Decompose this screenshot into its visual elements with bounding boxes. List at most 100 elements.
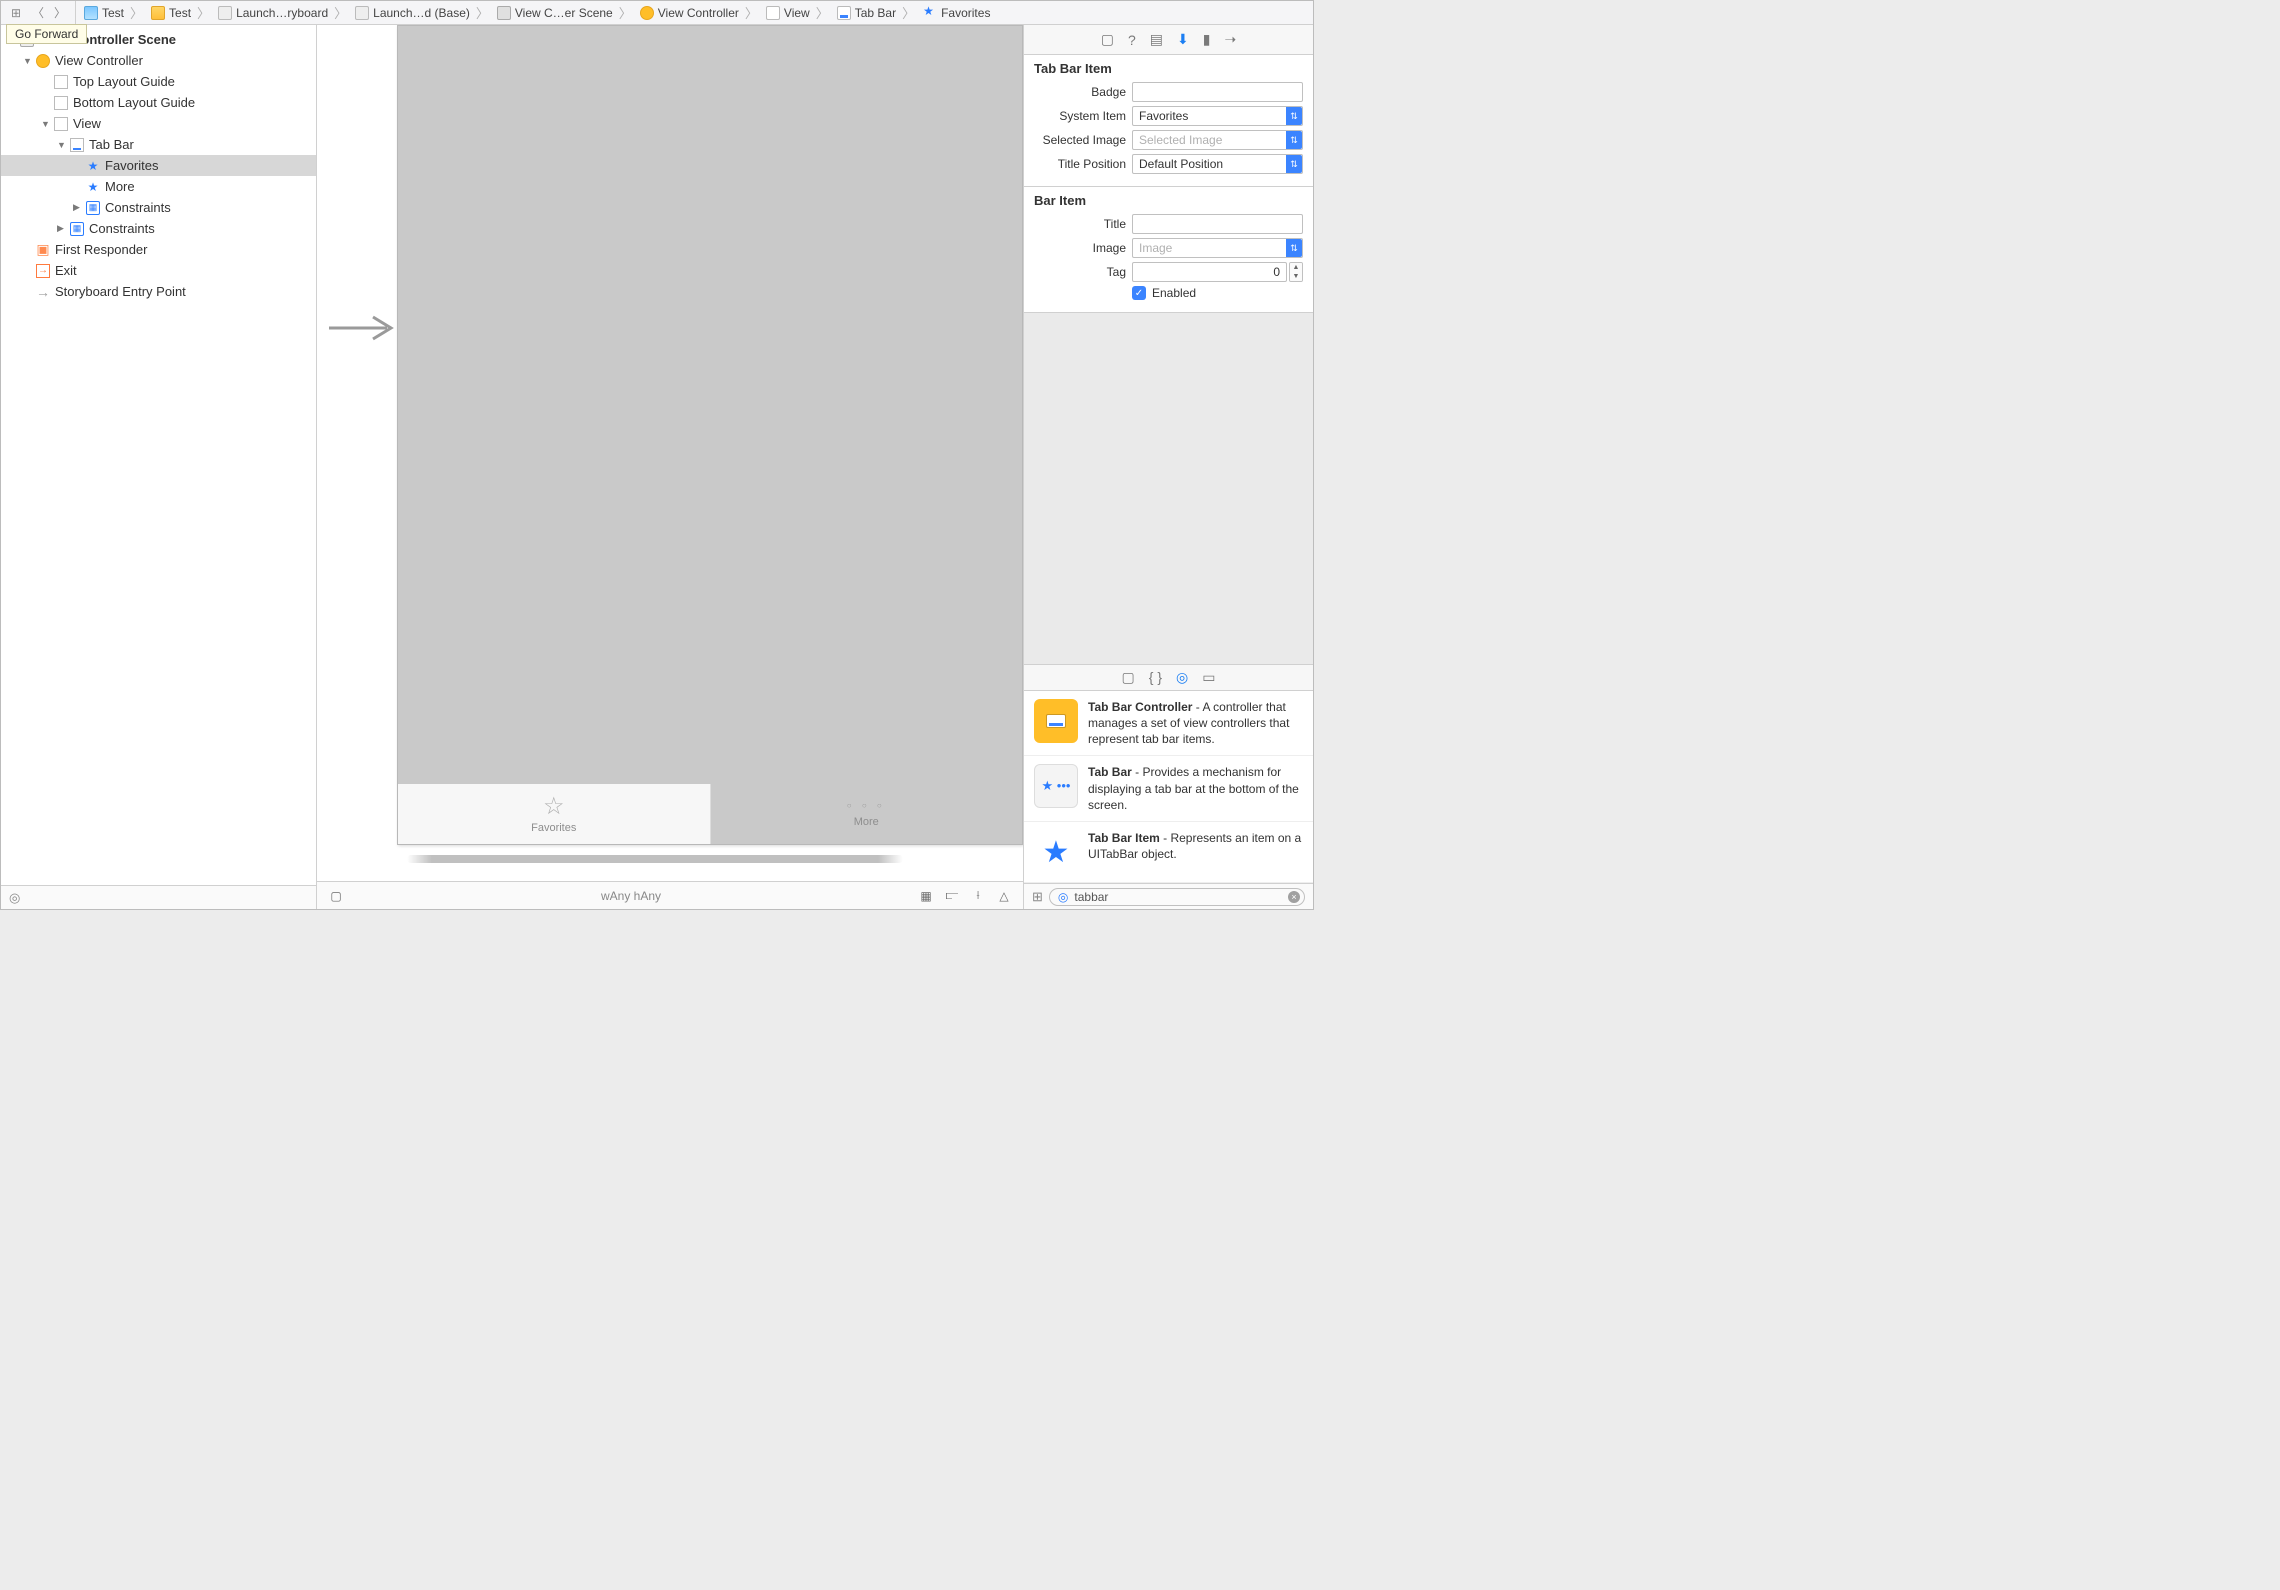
- object-library: ▢ { } ◎ ▭ Tab Bar Controller - A control…: [1024, 664, 1313, 909]
- outline-tabbar-row[interactable]: ▼ Tab Bar: [1, 134, 316, 155]
- stack-button[interactable]: ▦: [915, 885, 937, 907]
- outline-row-label: Storyboard Entry Point: [55, 284, 186, 299]
- outline-view-row[interactable]: ▼ View: [1, 113, 316, 134]
- attributes-inspector-icon[interactable]: ⬇: [1177, 31, 1189, 48]
- tabbarcontroller-icon: [1034, 699, 1078, 743]
- library-item-tabbar[interactable]: ★ ••• Tab Bar - Provides a mechanism for…: [1024, 756, 1313, 822]
- outline-first-responder-row[interactable]: ▣ First Responder: [1, 239, 316, 260]
- outline-toplayout-row[interactable]: Top Layout Guide: [1, 71, 316, 92]
- breadcrumb-item[interactable]: Test: [102, 6, 124, 20]
- image-select[interactable]: Image⇅: [1132, 238, 1303, 258]
- outline-bottomlayout-row[interactable]: Bottom Layout Guide: [1, 92, 316, 113]
- breadcrumb-item[interactable]: Launch…ryboard: [236, 6, 328, 20]
- file-inspector-icon[interactable]: ▢: [1101, 31, 1114, 48]
- layoutguide-icon: [54, 75, 68, 89]
- object-library-icon[interactable]: ◎: [1176, 669, 1188, 686]
- help-inspector-icon[interactable]: ?: [1128, 32, 1136, 48]
- preview-tab-bar[interactable]: ☆ Favorites ○ ○ ○ More: [398, 784, 1022, 844]
- device-preview[interactable]: ☆ Favorites ○ ○ ○ More: [397, 25, 1023, 845]
- outline-row-label: First Responder: [55, 242, 147, 257]
- panel-title: Tab Bar Item: [1034, 61, 1303, 76]
- canvas-viewport[interactable]: ☆ Favorites ○ ○ ○ More: [317, 25, 1023, 881]
- view-icon: [766, 6, 780, 20]
- outline-row-label: View Controller: [55, 53, 143, 68]
- connections-inspector-icon[interactable]: ➝: [1224, 31, 1236, 48]
- horizontal-scrollbar[interactable]: [407, 855, 903, 863]
- forward-button[interactable]: 〉: [49, 2, 71, 24]
- back-button[interactable]: 〈: [27, 2, 49, 24]
- arrow-icon: →: [35, 284, 51, 300]
- breadcrumb-item[interactable]: Test: [169, 6, 191, 20]
- file-icon: [218, 6, 232, 20]
- outline-more-row[interactable]: ★ More: [1, 176, 316, 197]
- pin-button[interactable]: ⟊: [967, 885, 989, 907]
- tab-favorites[interactable]: ☆ Favorites: [398, 784, 711, 844]
- outline-row-label: Bottom Layout Guide: [73, 95, 195, 110]
- image-label: Image: [1034, 241, 1126, 255]
- size-class-control[interactable]: wAny hAny: [355, 889, 907, 903]
- title-position-label: Title Position: [1034, 157, 1126, 171]
- outline-exit-row[interactable]: → Exit: [1, 260, 316, 281]
- breadcrumb-item[interactable]: Favorites: [941, 6, 990, 20]
- outline-viewcontroller-row[interactable]: ▼ View Controller: [1, 50, 316, 71]
- enabled-label: Enabled: [1152, 286, 1196, 300]
- system-item-select[interactable]: Favorites⇅: [1132, 106, 1303, 126]
- code-snippet-library-icon[interactable]: { }: [1149, 669, 1162, 685]
- tag-field[interactable]: 0: [1132, 262, 1287, 282]
- media-library-icon[interactable]: ▭: [1202, 669, 1215, 686]
- toggle-outline-button[interactable]: ▢: [325, 885, 347, 907]
- selected-image-label: Selected Image: [1034, 133, 1126, 147]
- outline-constraints-row[interactable]: ▶ ▦ Constraints: [1, 218, 316, 239]
- selected-image-select[interactable]: Selected Image⇅: [1132, 130, 1303, 150]
- tab-label: More: [854, 816, 879, 828]
- resolve-issues-button[interactable]: △: [993, 885, 1015, 907]
- library-item-title: Tab Bar: [1088, 765, 1132, 779]
- outline-row-label: Constraints: [105, 200, 171, 215]
- filter-icon[interactable]: ◎: [9, 890, 20, 906]
- chevron-down-icon: ⇅: [1286, 239, 1302, 257]
- outline-row-label: More: [105, 179, 135, 194]
- breadcrumb-item[interactable]: Launch…d (Base): [373, 6, 470, 20]
- library-item-title: Tab Bar Controller: [1088, 700, 1192, 714]
- breadcrumb-item[interactable]: View Controller: [658, 6, 739, 20]
- breadcrumb-item[interactable]: View C…er Scene: [515, 6, 613, 20]
- title-field[interactable]: [1132, 214, 1303, 234]
- align-button[interactable]: ⫍: [941, 885, 963, 907]
- viewcontroller-icon: [36, 54, 50, 68]
- breadcrumb[interactable]: Test〉 Test〉 Launch…ryboard〉 Launch…d (Ba…: [76, 3, 992, 22]
- library-item-tabbaritem[interactable]: ★ Tab Bar Item - Represents an item on a…: [1024, 822, 1313, 883]
- library-search-bar: ⊞ ◎ tabbar ×: [1024, 883, 1313, 909]
- related-items-icon[interactable]: ⊞: [5, 2, 27, 24]
- outline-row-label: Tab Bar: [89, 137, 134, 152]
- breadcrumb-item[interactable]: Tab Bar: [855, 6, 896, 20]
- tag-stepper[interactable]: ▲▼: [1289, 262, 1303, 282]
- tab-label: Favorites: [531, 822, 576, 834]
- size-inspector-icon[interactable]: ▮: [1203, 31, 1211, 48]
- folder-icon: [151, 6, 165, 20]
- library-search-input[interactable]: ◎ tabbar ×: [1049, 888, 1305, 906]
- chevron-down-icon: ⇅: [1286, 131, 1302, 149]
- outline-filter-bar[interactable]: ◎: [1, 885, 316, 909]
- more-icon: ○ ○ ○: [847, 801, 886, 810]
- identity-inspector-icon[interactable]: ▤: [1150, 31, 1163, 48]
- tab-more[interactable]: ○ ○ ○ More: [711, 784, 1023, 844]
- title-position-select[interactable]: Default Position⇅: [1132, 154, 1303, 174]
- outline-entrypoint-row[interactable]: → Storyboard Entry Point: [1, 281, 316, 302]
- outline-row-label: Top Layout Guide: [73, 74, 175, 89]
- file-template-library-icon[interactable]: ▢: [1122, 669, 1135, 686]
- grid-view-icon[interactable]: ⊞: [1032, 889, 1043, 905]
- outline-favorites-row[interactable]: ★ Favorites: [1, 155, 316, 176]
- tabbar-icon: [837, 6, 851, 20]
- breadcrumb-item[interactable]: View: [784, 6, 810, 20]
- outline-constraints-row[interactable]: ▶ ▦ Constraints: [1, 197, 316, 218]
- badge-field[interactable]: [1132, 82, 1303, 102]
- interface-builder-canvas: ☆ Favorites ○ ○ ○ More ▢ wAny hAny: [317, 25, 1023, 909]
- bar-item-panel: Bar Item Title Image Image⇅ Tag 0 ▲▼ ✓: [1024, 187, 1313, 313]
- viewcontroller-icon: [640, 6, 654, 20]
- cube-icon: ▣: [35, 242, 51, 258]
- library-item-tabbarcontroller[interactable]: Tab Bar Controller - A controller that m…: [1024, 691, 1313, 757]
- inspector-tabs: ▢ ? ▤ ⬇ ▮ ➝: [1024, 25, 1313, 55]
- enabled-checkbox[interactable]: ✓: [1132, 286, 1146, 300]
- clear-search-button[interactable]: ×: [1288, 891, 1300, 903]
- tag-label: Tag: [1034, 265, 1126, 279]
